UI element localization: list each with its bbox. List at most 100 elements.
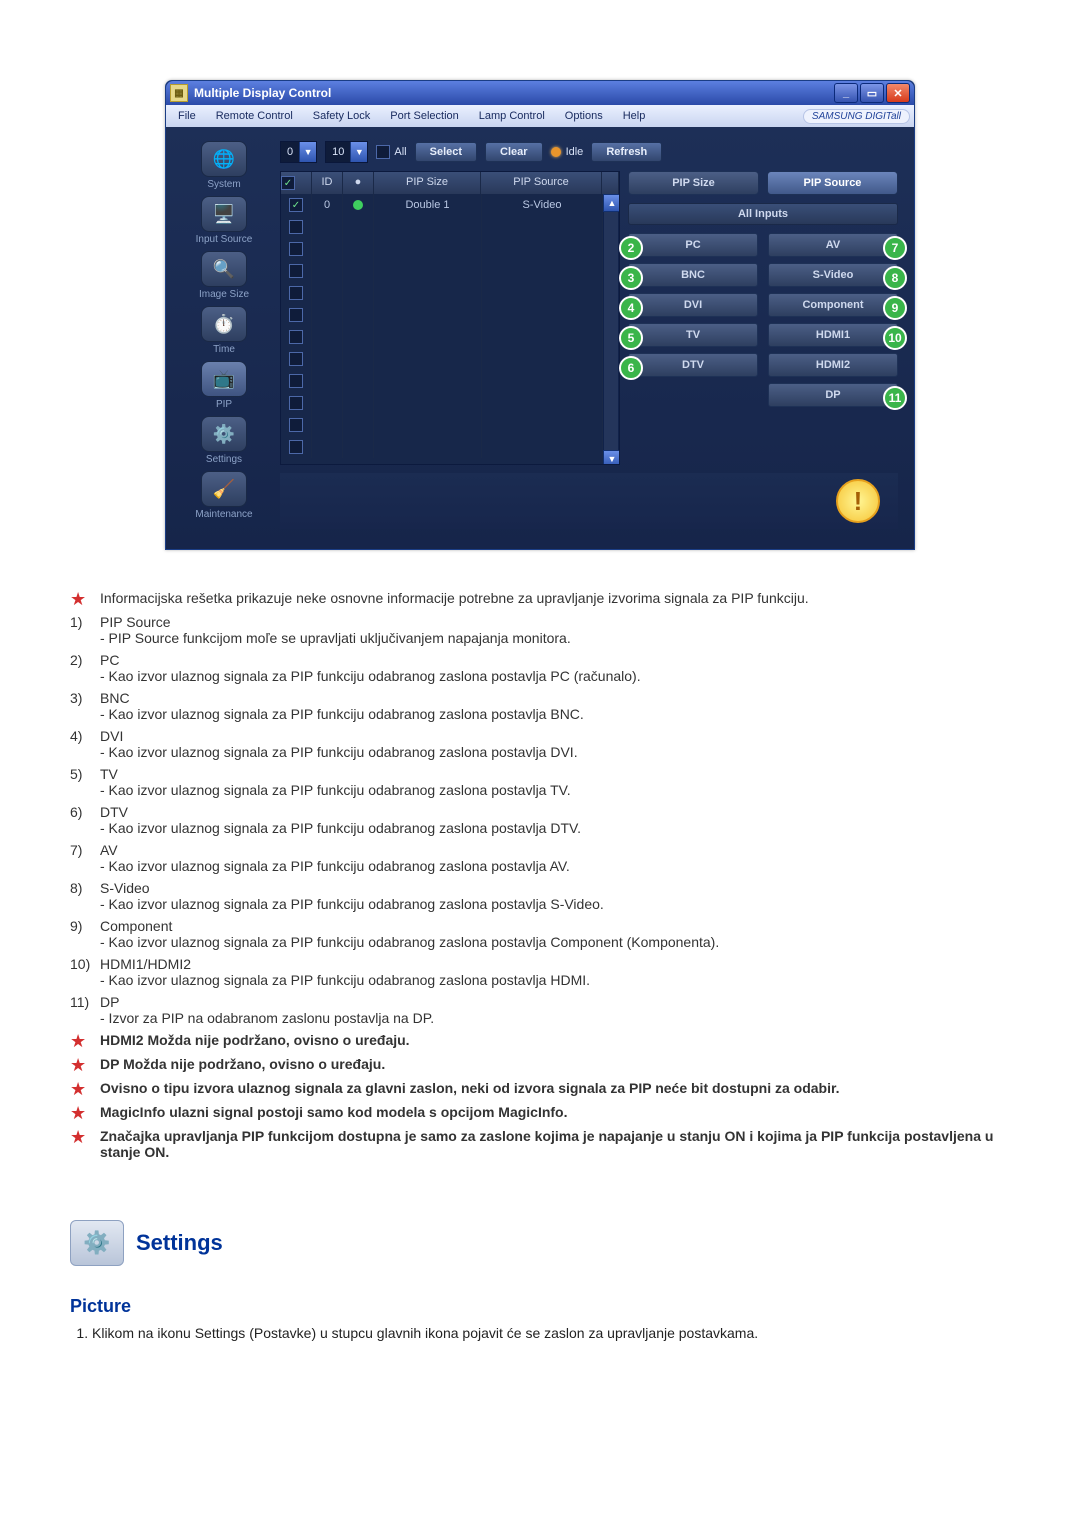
table-row[interactable]	[281, 392, 603, 414]
note-text: DP Možda nije podržano, ovisno o uređaju…	[100, 1056, 1010, 1074]
input-hdmi2-button[interactable]: HDMI2	[768, 353, 898, 377]
picture-heading: Picture	[70, 1296, 1010, 1317]
badge-11: 11	[883, 386, 907, 410]
input-dtv-button[interactable]: DTV6	[628, 353, 758, 377]
system-icon	[201, 141, 247, 177]
item-number: 11)	[70, 994, 100, 1026]
maximize-button[interactable]: ▭	[860, 83, 884, 103]
input-dp-button[interactable]: DP11	[768, 383, 898, 407]
sidebar-item-time[interactable]: Time	[178, 306, 270, 355]
inputs-right-col: AV7 S-Video8 Component9 HDMI110 HDMI2 DP11	[768, 233, 898, 407]
app-icon: ▦	[170, 84, 188, 102]
sidebar-item-maintenance[interactable]: Maintenance	[178, 471, 270, 520]
input-hdmi1-button[interactable]: HDMI110	[768, 323, 898, 347]
input-dvi-button[interactable]: DVI4	[628, 293, 758, 317]
row-check-icon[interactable]	[289, 286, 303, 300]
status-label: Idle	[566, 146, 584, 158]
input-pc-button[interactable]: PC2	[628, 233, 758, 257]
input-component-button[interactable]: Component9	[768, 293, 898, 317]
table-row[interactable]: ✓ 0 Double 1 S-Video	[281, 194, 603, 216]
table-row[interactable]	[281, 348, 603, 370]
sidebar-item-image-size[interactable]: Image Size	[178, 251, 270, 300]
panel-header: All Inputs	[628, 203, 898, 225]
row-check-icon[interactable]	[289, 242, 303, 256]
item-number: 6)	[70, 804, 100, 836]
all-checkbox[interactable]: All	[376, 145, 406, 159]
sidebar-label: Maintenance	[195, 509, 252, 520]
item-title: AV	[100, 842, 118, 858]
refresh-button[interactable]: Refresh	[591, 142, 662, 162]
sidebar-label: Input Source	[196, 234, 253, 245]
table-row[interactable]	[281, 238, 603, 260]
item-title: S-Video	[100, 880, 150, 896]
status-led-icon	[551, 147, 561, 157]
range-to-select[interactable]: 10▼	[325, 141, 368, 163]
client-area: System Input Source Image Size Time PIP …	[166, 127, 914, 549]
range-from-select[interactable]: 0▼	[280, 141, 317, 163]
item-desc: - Kao izvor ulaznog signala za PIP funkc…	[100, 972, 1010, 988]
sidebar-label: PIP	[216, 399, 232, 410]
row-check-icon[interactable]	[289, 440, 303, 454]
col-pip-source: PIP Source	[481, 172, 602, 194]
item-body: DVI- Kao izvor ulaznog signala za PIP fu…	[100, 728, 1010, 760]
table-row[interactable]	[281, 326, 603, 348]
col-check[interactable]: ✓	[281, 172, 312, 194]
scroll-up-button[interactable]: ▲	[603, 194, 619, 212]
item-title: PC	[100, 652, 119, 668]
table-row[interactable]	[281, 304, 603, 326]
star-icon: ★	[70, 1032, 100, 1050]
clear-button[interactable]: Clear	[485, 142, 543, 162]
row-check-icon[interactable]	[289, 264, 303, 278]
table-row[interactable]	[281, 282, 603, 304]
row-check-icon[interactable]	[289, 330, 303, 344]
menu-options[interactable]: Options	[557, 108, 611, 124]
menu-remote-control[interactable]: Remote Control	[208, 108, 301, 124]
input-s-video-button[interactable]: S-Video8	[768, 263, 898, 287]
menu-file[interactable]: File	[170, 108, 204, 124]
note-row: ★HDMI2 Možda nije podržano, ovisno o ure…	[70, 1032, 1010, 1050]
row-check-icon[interactable]	[289, 220, 303, 234]
item-desc: - Kao izvor ulaznog signala za PIP funkc…	[100, 782, 1010, 798]
row-id: 0	[312, 194, 343, 216]
menu-safety-lock[interactable]: Safety Lock	[305, 108, 378, 124]
note-text: HDMI2 Možda nije podržano, ovisno o uređ…	[100, 1032, 1010, 1050]
input-av-button[interactable]: AV7	[768, 233, 898, 257]
menu-port-selection[interactable]: Port Selection	[382, 108, 466, 124]
row-check-icon[interactable]	[289, 308, 303, 322]
menu-lamp-control[interactable]: Lamp Control	[471, 108, 553, 124]
sidebar-item-input-source[interactable]: Input Source	[178, 196, 270, 245]
menu-help[interactable]: Help	[615, 108, 654, 124]
tab-pip-size[interactable]: PIP Size	[628, 171, 759, 195]
item-body: BNC- Kao izvor ulaznog signala za PIP fu…	[100, 690, 1010, 722]
list-item: 10)HDMI1/HDMI2- Kao izvor ulaznog signal…	[70, 956, 1010, 988]
close-button[interactable]: ✕	[886, 83, 910, 103]
table-row[interactable]	[281, 370, 603, 392]
input-bnc-button[interactable]: BNC3	[628, 263, 758, 287]
chevron-down-icon: ▼	[350, 142, 367, 162]
row-check-icon[interactable]	[289, 374, 303, 388]
row-check-icon[interactable]: ✓	[289, 198, 303, 212]
picture-step-1: Klikom na ikonu Settings (Postavke) u st…	[92, 1325, 1010, 1341]
table-row[interactable]	[281, 436, 603, 458]
row-check-icon[interactable]	[289, 396, 303, 410]
table-row[interactable]	[281, 414, 603, 436]
scrollbar[interactable]	[603, 212, 619, 450]
item-desc: - Kao izvor ulaznog signala za PIP funkc…	[100, 706, 1010, 722]
app-window: ▦ Multiple Display Control _ ▭ ✕ File Re…	[165, 80, 915, 550]
sidebar-item-settings[interactable]: Settings	[178, 416, 270, 465]
row-check-icon[interactable]	[289, 418, 303, 432]
scroll-down-button[interactable]: ▼	[603, 450, 619, 464]
badge-10: 10	[883, 326, 907, 350]
sidebar-item-pip[interactable]: PIP	[178, 361, 270, 410]
sidebar-item-system[interactable]: System	[178, 141, 270, 190]
intro-row: ★ Informacijska rešetka prikazuje neke o…	[70, 590, 1010, 608]
input-tv-button[interactable]: TV5	[628, 323, 758, 347]
row-check-icon[interactable]	[289, 352, 303, 366]
table-row[interactable]	[281, 216, 603, 238]
list-item: 11)DP- Izvor za PIP na odabranom zaslonu…	[70, 994, 1010, 1026]
tab-pip-source[interactable]: PIP Source	[767, 171, 898, 195]
minimize-button[interactable]: _	[834, 83, 858, 103]
select-button[interactable]: Select	[415, 142, 477, 162]
item-body: PC- Kao izvor ulaznog signala za PIP fun…	[100, 652, 1010, 684]
table-row[interactable]	[281, 260, 603, 282]
